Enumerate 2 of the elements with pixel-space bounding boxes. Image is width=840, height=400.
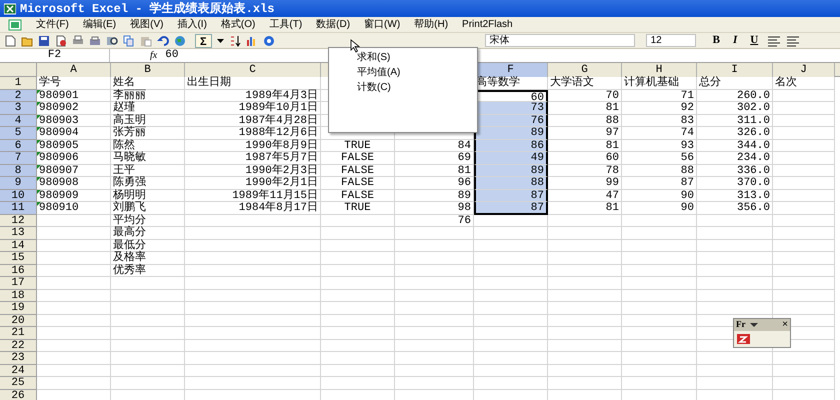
window-title: Microsoft Excel - 学生成绩表原始表.xls: [20, 0, 274, 18]
toolbar-title: Fr: [736, 318, 746, 332]
